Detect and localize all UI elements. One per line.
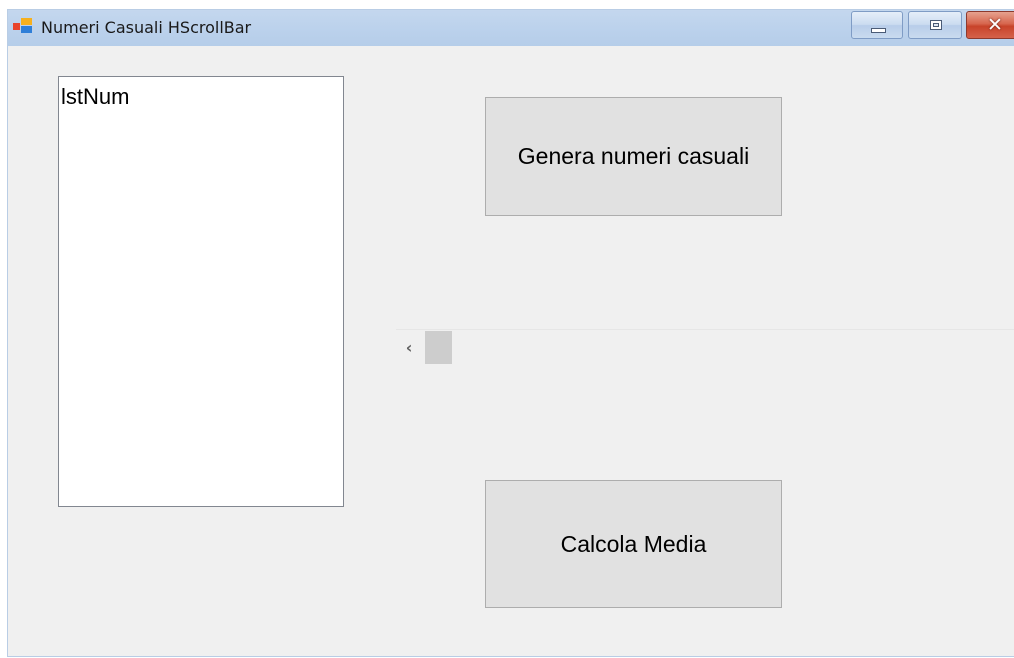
minimize-button[interactable] [851,11,903,39]
list-item[interactable]: lstNum [61,84,129,110]
calculate-average-button[interactable]: Calcola Media [485,480,782,608]
maximize-button[interactable] [908,11,962,39]
generate-random-numbers-button[interactable]: Genera numeri casuali [485,97,782,216]
horizontal-scrollbar[interactable]: ‹ [396,329,1014,364]
title-bar[interactable]: Numeri Casuali HScrollBar ✕ [8,10,1014,46]
app-window: Numeri Casuali HScrollBar ✕ lstNum Gener… [7,9,1014,657]
close-button[interactable]: ✕ [966,11,1014,39]
scroll-thumb[interactable] [425,331,452,364]
numbers-listbox[interactable]: lstNum [58,76,344,507]
scroll-left-arrow-icon[interactable]: ‹ [396,330,422,364]
minimize-icon [871,28,886,33]
maximize-icon [930,20,942,30]
windows-form-icon [13,18,32,33]
window-title: Numeri Casuali HScrollBar [41,18,252,37]
close-icon: ✕ [987,14,1003,36]
